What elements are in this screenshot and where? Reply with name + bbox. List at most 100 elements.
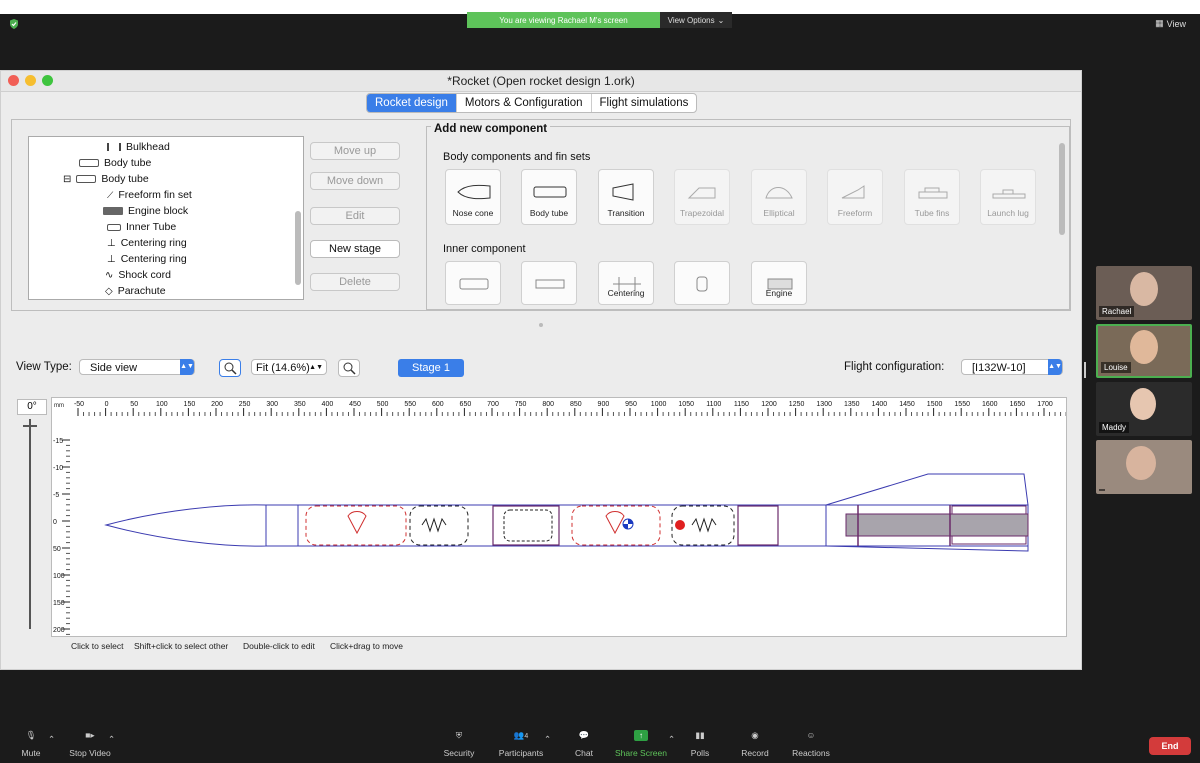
tab-rocket-design[interactable]: Rocket design xyxy=(367,94,456,112)
tube-fins-button[interactable]: Tube fins xyxy=(904,169,960,225)
share-screen-button[interactable]: ↑ Share Screen xyxy=(614,730,668,758)
component-label: Elliptical xyxy=(763,208,795,218)
zoom-out-button[interactable] xyxy=(219,359,241,377)
view-options-label: View Options xyxy=(667,15,715,25)
participant-video[interactable]: Maddy xyxy=(1096,382,1192,436)
inner-tube-button[interactable] xyxy=(445,261,501,305)
mute-options-caret[interactable]: ⌃ xyxy=(48,734,55,745)
rocket-drawing[interactable]: -50 0 50 100 150 200 250 300 350 400 450 500 550 600 6… xyxy=(52,398,1067,652)
participant-video[interactable] xyxy=(1096,440,1192,494)
zoom-select[interactable]: Fit (14.6%) ▲▼ xyxy=(251,359,327,375)
nose-cone-button[interactable]: Nose cone xyxy=(445,169,501,225)
ruler-tick-label: 250 xyxy=(239,401,251,408)
tree-scrollbar[interactable] xyxy=(295,211,301,285)
add-panel-scrollbar[interactable] xyxy=(1059,143,1065,235)
bulkhead-button[interactable] xyxy=(674,261,730,305)
tree-item[interactable]: Bulkhead xyxy=(107,141,170,153)
freeform-fin-button[interactable]: Freeform xyxy=(827,169,883,225)
body-tube-icon xyxy=(76,175,97,183)
edit-button[interactable]: Edit xyxy=(310,207,400,225)
participant-video[interactable]: Rachael xyxy=(1096,266,1192,320)
nose-cone-icon xyxy=(457,184,491,200)
move-down-button[interactable]: Move down xyxy=(310,172,400,190)
video-options-caret[interactable]: ⌃ xyxy=(108,734,115,745)
elliptical-fin-icon xyxy=(765,187,793,199)
view-type-select[interactable]: Side view ▲▼ xyxy=(79,359,195,375)
split-handle[interactable] xyxy=(539,323,543,327)
tree-item[interactable]: ⊥ Centering ring xyxy=(107,253,187,265)
participant-avatar xyxy=(1126,446,1156,480)
tree-item[interactable]: ∿ Shock cord xyxy=(105,269,171,281)
stage-1-button[interactable]: Stage 1 xyxy=(398,359,464,377)
body-tube-button[interactable]: Body tube xyxy=(521,169,577,225)
component-label: Trapezoidal xyxy=(679,208,725,218)
body-tube-upper[interactable] xyxy=(265,504,827,547)
delete-button[interactable]: Delete xyxy=(310,273,400,291)
move-up-button[interactable]: Move up xyxy=(310,142,400,160)
ruler-tick-label: 450 xyxy=(349,401,361,408)
zoom-in-icon xyxy=(343,362,356,375)
share-screen-label: Share Screen xyxy=(615,748,667,758)
participants-scroll-handle[interactable] xyxy=(1084,362,1086,378)
minimize-window-button[interactable] xyxy=(25,75,36,86)
nose-cone[interactable] xyxy=(104,504,267,547)
tree-item[interactable]: ⊟ Body tube xyxy=(63,173,149,185)
window-titlebar: *Rocket (Open rocket design 1.ork) xyxy=(1,71,1081,92)
component-label: Freeform xyxy=(837,208,873,218)
chat-button[interactable]: 💬 Chat xyxy=(573,730,595,758)
rotation-angle[interactable]: 0° xyxy=(17,399,47,415)
collapse-icon[interactable]: ⊟ xyxy=(63,174,71,185)
view-button[interactable]: ▦ View xyxy=(1155,18,1186,29)
coupler-button[interactable] xyxy=(521,261,577,305)
reactions-button[interactable]: ☺ Reactions xyxy=(790,730,832,758)
rotation-slider[interactable] xyxy=(29,419,31,629)
participants-button[interactable]: 👥4 Participants xyxy=(497,730,545,758)
mute-button[interactable]: 🎙 Mute xyxy=(20,730,42,758)
trapezoidal-fin-button[interactable]: Trapezoidal xyxy=(674,169,730,225)
maximize-window-button[interactable] xyxy=(42,75,53,86)
tree-item[interactable]: ⊥ Centering ring xyxy=(107,237,187,249)
zoom-in-button[interactable] xyxy=(338,359,360,377)
end-meeting-button[interactable]: End xyxy=(1149,737,1191,755)
tree-item[interactable]: Body tube xyxy=(79,157,151,169)
ruler-tick-label: 1650 xyxy=(1010,401,1026,408)
component-tree[interactable]: Bulkhead Body tube ⊟ Body tube ⟋ Freeform … xyxy=(28,136,304,300)
launch-lug-icon xyxy=(992,189,1026,199)
bulkhead[interactable] xyxy=(737,505,779,546)
view-options-button[interactable]: View Options ⌄ xyxy=(660,12,732,28)
tree-item[interactable]: Inner Tube xyxy=(107,221,176,233)
elliptical-fin-button[interactable]: Elliptical xyxy=(751,169,807,225)
flight-config-select[interactable]: [I132W-10] ▲▼ xyxy=(961,359,1063,375)
tab-flight-simulations[interactable]: Flight simulations xyxy=(590,94,697,112)
launch-lug-button[interactable]: Launch lug xyxy=(980,169,1036,225)
participant-video[interactable]: Louise xyxy=(1096,324,1192,378)
tree-item-label: Body tube xyxy=(101,173,149,185)
engine-block-button[interactable]: Engine xyxy=(751,261,807,305)
polls-button[interactable]: ▮▮ Polls xyxy=(688,730,712,758)
record-button[interactable]: ◉ Record xyxy=(739,730,771,758)
new-stage-button[interactable]: New stage xyxy=(310,240,400,258)
share-screen-options-caret[interactable]: ⌃ xyxy=(668,734,675,745)
tube-fins-icon xyxy=(918,187,948,199)
fin-set-top[interactable] xyxy=(825,473,1029,506)
fin-set-bottom[interactable] xyxy=(825,545,1029,552)
transition-button[interactable]: Transition xyxy=(598,169,654,225)
cp-marker xyxy=(675,520,685,530)
close-window-button[interactable] xyxy=(8,75,19,86)
participants-options-caret[interactable]: ⌃ xyxy=(544,734,551,745)
shock-cord[interactable] xyxy=(409,505,469,546)
security-button[interactable]: ⛨ Security xyxy=(443,730,475,758)
ruler-tick-label: 1550 xyxy=(954,401,970,408)
coupler[interactable] xyxy=(492,505,560,546)
tree-item[interactable]: ◇ Parachute xyxy=(105,285,166,297)
rocket-canvas[interactable]: -50 0 50 100 150 200 250 300 350 400 450 500 550 600 6… xyxy=(51,397,1067,652)
bulkhead-icon xyxy=(696,276,708,292)
tree-item[interactable]: ⟋ Freeform fin set xyxy=(107,189,192,201)
centering-ring-button[interactable]: Centering xyxy=(598,261,654,305)
tree-item[interactable]: Engine block xyxy=(103,205,188,217)
stop-video-button[interactable]: ■▸ Stop Video xyxy=(68,730,112,758)
rotation-slider-knob[interactable] xyxy=(23,425,37,427)
participant-name xyxy=(1099,489,1105,491)
motor[interactable] xyxy=(845,513,1029,537)
tab-motors-configuration[interactable]: Motors & Configuration xyxy=(455,94,591,112)
